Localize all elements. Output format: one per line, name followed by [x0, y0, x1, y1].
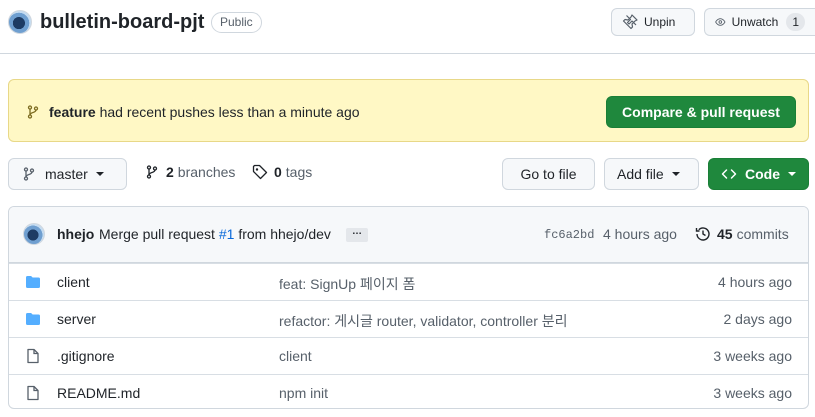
- compare-pull-request-button[interactable]: Compare & pull request: [606, 96, 796, 128]
- banner-message: had recent pushes less than a minute ago: [99, 104, 360, 120]
- file-commit-message[interactable]: refactor: 게시글 router, validator, control…: [279, 311, 568, 331]
- table-row[interactable]: server refactor: 게시글 router, validator, …: [9, 300, 808, 337]
- watch-count: 1: [786, 13, 805, 31]
- file-commit-message[interactable]: npm init: [279, 385, 328, 401]
- file-age: 3 weeks ago: [713, 385, 792, 401]
- folder-icon: [26, 313, 40, 325]
- chevron-down-icon: [788, 172, 796, 176]
- history-icon: [695, 227, 710, 241]
- add-file-button[interactable]: Add file: [604, 158, 699, 190]
- branches-link[interactable]: 2 branches: [144, 164, 235, 180]
- visibility-badge: Public: [211, 12, 262, 33]
- add-file-label: Add file: [617, 166, 664, 182]
- eye-icon: [715, 18, 726, 26]
- commit-time: 4 hours ago: [603, 226, 677, 242]
- code-button[interactable]: Code: [708, 158, 809, 190]
- pull-request-link[interactable]: #1: [219, 226, 235, 242]
- file-age: 3 weeks ago: [713, 348, 792, 364]
- owner-avatar[interactable]: [8, 10, 32, 34]
- repo-name[interactable]: bulletin-board-pjt: [40, 10, 204, 34]
- file-age: 2 days ago: [723, 311, 793, 327]
- commit-message-suffix: from hhejo/dev: [238, 226, 331, 242]
- tag-icon: [252, 164, 268, 180]
- unpin-label: Unpin: [644, 15, 676, 29]
- repo-header: bulletin-board-pjt Public Unpin Unwatch …: [0, 0, 815, 54]
- latest-commit-bar: hhejo Merge pull request #1 from hhejo/d…: [9, 207, 808, 263]
- file-commit-message[interactable]: client: [279, 348, 312, 364]
- file-name[interactable]: server: [57, 311, 96, 327]
- tags-label: tags: [285, 164, 313, 180]
- chevron-down-icon: [95, 172, 104, 176]
- table-row[interactable]: client feat: SignUp 페이지 폼 4 hours ago: [9, 263, 808, 300]
- code-icon: [721, 169, 737, 179]
- file-name[interactable]: README.md: [57, 385, 140, 401]
- file-name[interactable]: .gitignore: [57, 348, 115, 364]
- avatar[interactable]: [23, 223, 45, 245]
- branches-count: 2: [166, 164, 174, 180]
- branch-select[interactable]: master: [8, 158, 127, 190]
- git-branch-icon: [146, 165, 158, 179]
- commits-label: commits: [736, 226, 789, 242]
- table-row[interactable]: .gitignore client 3 weeks ago: [9, 337, 808, 374]
- watch-label: Unwatch: [731, 15, 779, 29]
- watch-button[interactable]: Unwatch 1: [704, 8, 815, 36]
- pin-icon: [622, 14, 638, 30]
- file-listing: hhejo Merge pull request #1 from hhejo/d…: [8, 206, 809, 409]
- commit-sha[interactable]: fc6a2bd: [544, 228, 594, 242]
- git-branch-icon: [27, 105, 39, 119]
- file-icon: [27, 348, 39, 364]
- commit-message-prefix: Merge pull request: [99, 226, 215, 242]
- file-icon: [27, 385, 39, 401]
- unpin-button[interactable]: Unpin: [611, 8, 695, 36]
- code-label: Code: [745, 166, 780, 182]
- banner-text: feature had recent pushes less than a mi…: [49, 102, 360, 122]
- folder-icon: [26, 276, 40, 288]
- commits-history-link[interactable]: 45 commits: [695, 226, 789, 242]
- table-row[interactable]: README.md npm init 3 weeks ago: [9, 374, 808, 408]
- file-name[interactable]: client: [57, 274, 90, 290]
- expand-commit-button[interactable]: …: [346, 227, 368, 242]
- branch-label: master: [45, 166, 88, 182]
- banner-branch[interactable]: feature: [49, 104, 96, 120]
- tags-link[interactable]: 0 tags: [252, 164, 312, 180]
- file-age: 4 hours ago: [718, 274, 792, 290]
- commit-author[interactable]: hhejo: [57, 226, 94, 242]
- commit-message[interactable]: Merge pull request #1 from hhejo/dev: [99, 226, 331, 242]
- git-branch-icon: [23, 167, 35, 181]
- branches-label: branches: [177, 164, 236, 180]
- tags-count: 0: [274, 164, 282, 180]
- file-commit-message[interactable]: feat: SignUp 페이지 폼: [279, 274, 415, 294]
- commit-count: 45: [717, 226, 733, 242]
- recent-push-banner: feature had recent pushes less than a mi…: [8, 79, 809, 142]
- go-to-file-button[interactable]: Go to file: [502, 158, 595, 190]
- chevron-down-icon: [671, 172, 680, 176]
